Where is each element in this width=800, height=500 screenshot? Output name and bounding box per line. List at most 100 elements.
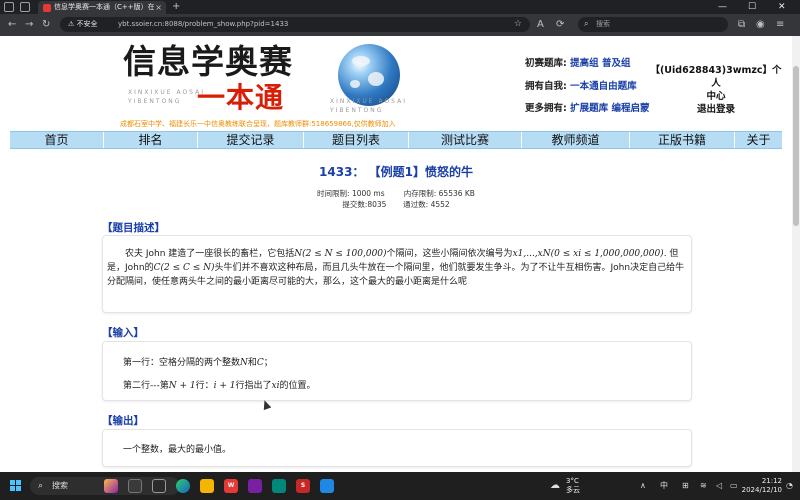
clock-time[interactable]: 21:12 [742,477,782,486]
user-center-link[interactable]: 【(Uid628843)3wmzc】个人 [650,64,782,90]
file-explorer-icon[interactable] [200,479,214,493]
logo-pinyin: YIBENTONG [128,98,182,105]
forward-icon[interactable]: → [25,18,33,31]
address-bar[interactable]: ⚠ 不安全 ybt.ssoier.cn:8088/problem_show.ph… [60,17,530,32]
nav-contests[interactable]: 测试比赛 [409,132,521,148]
senior-group-link[interactable]: 提高组 [570,58,599,69]
browser-toolbar: ← → ↻ ⚠ 不安全 ybt.ssoier.cn:8088/problem_s… [0,14,800,36]
terminal-app-icon[interactable] [152,479,166,493]
prelim-bank-row: 初赛题库: 提高组 普及组 [525,55,630,69]
wps-app-icon[interactable]: W [224,479,238,493]
nav-problem-list[interactable]: 题目列表 [304,132,408,148]
url-text[interactable]: ybt.ssoier.cn:8088/problem_show.php?pid=… [118,19,288,30]
input-method-indicator[interactable]: 中 [660,480,668,492]
output-line-1: 一个整数，最大的最小值。 [123,445,232,455]
windows-start-icon[interactable] [10,480,22,492]
logo-pinyin: XINXIXUE AOSAI [128,89,205,96]
input-line-1: 第一行：空格分隔的两个整数N和C； [123,358,273,368]
nav-submissions[interactable]: 提交记录 [198,132,303,148]
task-view-icon[interactable] [128,479,142,493]
volume-icon[interactable]: ◁ [716,480,722,492]
back-icon[interactable]: ← [8,18,16,31]
app-icon[interactable] [320,479,334,493]
logout-link[interactable]: 退出登录 [650,103,782,116]
wifi-icon[interactable]: ≋ [700,480,707,492]
menu-icon[interactable]: ≡ [776,18,784,31]
problem-limits: 时间限制: 1000 ms 内存限制: 65536 KB [0,188,792,199]
problem-title: 1433： 【例题1】愤怒的牛 [319,165,473,179]
main-nav-bar: 首页 排名 提交记录 题目列表 测试比赛 教师频道 正版书籍 关于 [10,131,782,149]
extended-bank-link[interactable]: 扩展题库 [570,103,608,114]
scrollbar-thumb[interactable] [793,66,799,226]
input-heading: 【输入】 [102,327,144,339]
input-panel: 第一行：空格分隔的两个整数N和C； 第二行---第N + 1行：i + 1行指出… [102,341,692,401]
taskbar-search-label: 搜索 [52,481,68,490]
bookmark-star-icon[interactable]: ☆ [514,18,522,30]
app-icon[interactable] [248,479,262,493]
own-bank-label: 拥有自我: [525,81,567,92]
site-slogan: 成都石室中学、福建长乐一中信奥教练联合呈现，题库教师群:518659866,仅供… [120,120,396,128]
nav-home[interactable]: 首页 [10,132,103,148]
output-heading: 【输出】 [102,415,144,427]
nav-about[interactable]: 关于 [735,132,782,148]
search-icon: ⌕ [38,481,44,491]
prelim-bank-label: 初赛题库: [525,58,567,69]
edge-browser-icon[interactable] [176,479,190,493]
site-logo-subtitle[interactable]: 一本通 [197,81,284,115]
nav-teacher-channel[interactable]: 教师频道 [522,132,629,148]
programming-intro-link[interactable]: 编程启蒙 [611,103,649,114]
workspace-icon[interactable] [4,2,14,12]
maximize-icon[interactable]: ☐ [748,1,756,13]
app-icon[interactable] [272,479,286,493]
site-logo-title[interactable]: 信息学奥赛 [123,42,293,82]
minimize-icon[interactable]: — [718,1,727,13]
translate-icon[interactable]: A [537,18,544,31]
weather-temperature[interactable]: 3°C [566,477,579,486]
reload-icon[interactable]: ↻ [42,18,50,31]
logo-pinyin: YIBENTONG [330,107,384,114]
clock-date[interactable]: 2024/12/10 [732,486,782,495]
refresh-alt-icon[interactable]: ⟳ [556,18,564,31]
app-icon[interactable]: S [296,479,310,493]
new-tab-icon[interactable]: + [172,1,180,13]
tray-chevron-icon[interactable]: ∧ [640,480,646,492]
extensions-icon[interactable]: ⧉ [738,18,745,31]
nav-ranking[interactable]: 排名 [104,132,197,148]
site-favicon-icon [43,4,51,12]
notification-icon[interactable]: ◔ [786,480,793,492]
memory-limit: 内存限制: 65536 KB [403,189,475,198]
junior-group-link[interactable]: 普及组 [602,58,631,69]
tab-actions-icon[interactable] [20,2,30,12]
web-page: 信息学奥赛 XINXIXUE AOSAI YIBENTONG 一本通 XINXI… [0,36,800,472]
widgets-app-icon[interactable] [104,479,118,493]
browser-tab-bar: 信息学奥赛一本通（C++版）在线... × + — ☐ ✕ [0,0,800,14]
tray-app-icon[interactable]: ⊞ [682,480,689,492]
search-placeholder: 搜索 [596,20,610,28]
input-line-2: 第二行---第N + 1行：i + 1行指出了xi的位置。 [123,381,316,391]
own-bank-row: 拥有自我: 一本通自由题库 [525,78,637,92]
browser-tab[interactable]: 信息学奥赛一本通（C++版）在线... × [38,1,166,14]
tab-close-icon[interactable]: × [155,2,162,13]
description-panel: 农夫 John 建造了一座很长的畜栏，它包括N(2 ≤ N ≤ 100,000)… [102,235,692,313]
not-secure-badge[interactable]: ⚠ 不安全 [68,19,98,30]
profile-icon[interactable]: ◉ [756,18,765,31]
nav-books[interactable]: 正版书籍 [630,132,734,148]
close-window-icon[interactable]: ✕ [778,1,786,13]
math-n-range: N(2 ≤ N ≤ 100,000) [294,249,387,259]
problem-stats: 提交数:8035 通过数: 4552 [0,199,792,210]
logo-pinyin: XINXIXUE AOSAI [330,98,407,105]
more-bank-row: 更多拥有: 扩展题库 编程启蒙 [525,100,649,114]
free-bank-link[interactable]: 一本通自由题库 [570,81,637,92]
browser-search-box[interactable]: ⌕ 搜索 [578,17,728,32]
math-c-range: C(2 ≤ C ≤ N) [153,263,215,273]
description-text: 农夫 John 建造了一座很长的畜栏，它包括N(2 ≤ N ≤ 100,000)… [107,249,685,287]
search-icon: ⌕ [584,19,589,28]
description-heading: 【题目描述】 [102,222,165,234]
weather-cloud-icon[interactable]: ☁ [550,480,560,492]
math-x-range: x1,...,xN(0 ≤ xi ≤ 1,000,000,000) [512,249,664,259]
weather-description[interactable]: 多云 [566,486,580,495]
page-scrollbar[interactable] [792,36,800,472]
time-limit: 时间限制: 1000 ms [317,189,385,198]
accepted-count: 通过数: 4552 [403,200,450,209]
user-center-link-cont[interactable]: 中心 [650,90,782,103]
